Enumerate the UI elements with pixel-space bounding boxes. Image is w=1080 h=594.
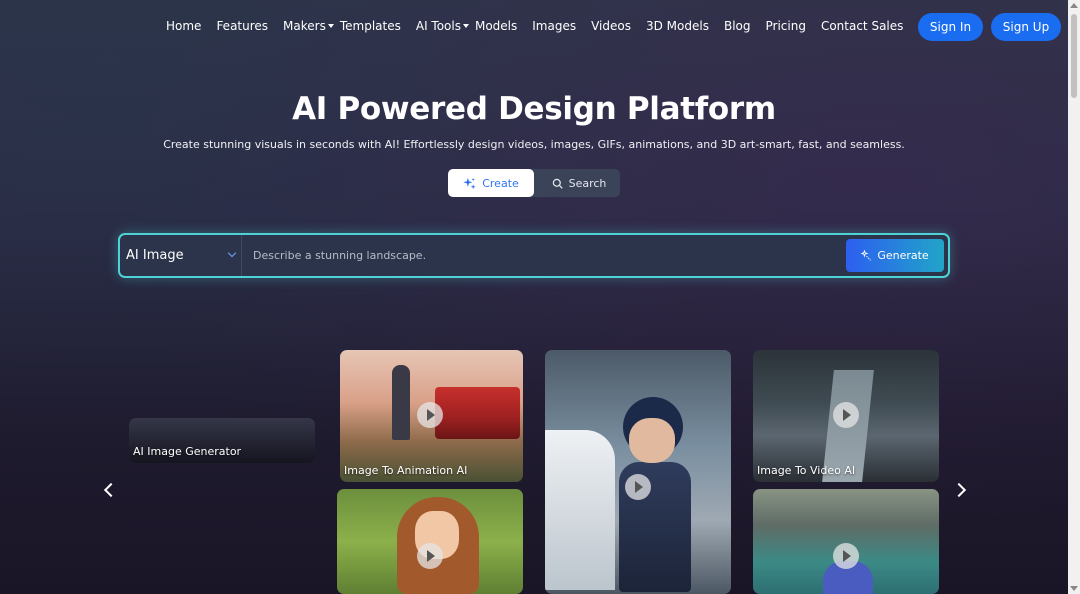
- caret-down-icon: [462, 24, 469, 28]
- chevron-down-icon: [227, 248, 237, 258]
- sign-up-button[interactable]: Sign Up: [991, 13, 1061, 41]
- create-tab[interactable]: Create: [448, 169, 534, 197]
- nav-contact-sales[interactable]: Contact Sales: [821, 19, 903, 33]
- generate-button[interactable]: Generate: [846, 239, 944, 272]
- play-icon[interactable]: [417, 543, 443, 569]
- scrollbar-thumb[interactable]: [1071, 14, 1077, 98]
- nav-features[interactable]: Features: [216, 19, 268, 33]
- gallery-card-image-to-video[interactable]: Image To Video AI: [753, 350, 939, 482]
- nav-blog[interactable]: Blog: [724, 19, 751, 33]
- gallery-card-anime-girl[interactable]: [337, 489, 523, 594]
- search-icon: [552, 178, 563, 189]
- search-tab[interactable]: Search: [538, 169, 620, 197]
- prompt-box: AI Image Generate: [118, 233, 950, 278]
- type-select[interactable]: AI Image: [120, 235, 242, 276]
- nav-3d-models[interactable]: 3D Models: [646, 19, 709, 33]
- nav-home-label: Home: [166, 19, 202, 33]
- nav-models[interactable]: Models: [475, 19, 517, 33]
- chevron-right-icon[interactable]: [951, 482, 967, 498]
- gallery-card-ai-image-generator[interactable]: AI Image Generator: [129, 418, 315, 463]
- card-image: [629, 418, 675, 463]
- play-icon[interactable]: [625, 474, 651, 500]
- create-tab-label: Create: [482, 176, 519, 190]
- type-select-value: AI Image: [126, 248, 184, 263]
- nav-videos-label: Videos: [591, 19, 631, 33]
- generate-button-label: Generate: [877, 249, 929, 262]
- nav-links: Home Features Makers Templates AI Tools …: [166, 19, 918, 33]
- top-nav: Home Features Makers Templates AI Tools …: [0, 0, 1068, 54]
- card-label: Image To Video AI: [757, 464, 856, 477]
- chevron-left-icon[interactable]: [103, 482, 119, 498]
- play-icon[interactable]: [417, 402, 443, 428]
- nav-makers[interactable]: Makers: [283, 19, 334, 33]
- nav-models-label: Models: [474, 19, 518, 33]
- prompt-input[interactable]: [253, 235, 843, 276]
- nav-home[interactable]: Home: [166, 19, 201, 33]
- scrollbar[interactable]: [1068, 0, 1080, 594]
- nav-images[interactable]: Images: [532, 19, 576, 33]
- nav-images-label: Images: [532, 19, 577, 33]
- nav-templates-label: Templates: [339, 19, 401, 33]
- card-image: [392, 365, 410, 440]
- card-image: [435, 387, 520, 439]
- card-label: AI Image Generator: [133, 445, 242, 458]
- scroll-down-icon[interactable]: [1070, 586, 1078, 591]
- nav-pricing-label: Pricing: [765, 19, 806, 33]
- sparkle-wand-icon: [861, 250, 872, 261]
- hero-subtitle: Create stunning visuals in seconds with …: [163, 138, 905, 151]
- play-icon[interactable]: [833, 543, 859, 569]
- gallery-card-cave-boat[interactable]: [753, 489, 939, 594]
- nav-makers-label: Makers: [283, 19, 326, 33]
- caret-down-icon: [327, 24, 334, 28]
- card-image: [545, 430, 615, 590]
- nav-templates[interactable]: Templates: [340, 19, 401, 33]
- nav-features-label: Features: [216, 19, 269, 33]
- nav-3d-models-label: 3D Models: [645, 19, 709, 33]
- hero-title: AI Powered Design Platform: [292, 91, 776, 127]
- scroll-up-icon[interactable]: [1070, 3, 1078, 8]
- nav-ai-tools-label: AI Tools: [415, 19, 461, 33]
- nav-ai-tools[interactable]: AI Tools: [416, 19, 469, 33]
- gallery-card-baby-rider[interactable]: [545, 350, 731, 594]
- nav-contact-sales-label: Contact Sales: [820, 19, 904, 33]
- play-icon[interactable]: [833, 402, 859, 428]
- card-label: Image To Animation AI: [344, 464, 468, 477]
- nav-pricing[interactable]: Pricing: [766, 19, 806, 33]
- mode-toggle: Create Search: [448, 169, 620, 197]
- sparkles-icon: [463, 177, 476, 189]
- nav-videos[interactable]: Videos: [591, 19, 631, 33]
- nav-blog-label: Blog: [723, 19, 751, 33]
- sign-in-button[interactable]: Sign In: [918, 13, 983, 41]
- search-tab-label: Search: [568, 176, 607, 190]
- gallery-card-image-to-animation[interactable]: Image To Animation AI: [340, 350, 523, 482]
